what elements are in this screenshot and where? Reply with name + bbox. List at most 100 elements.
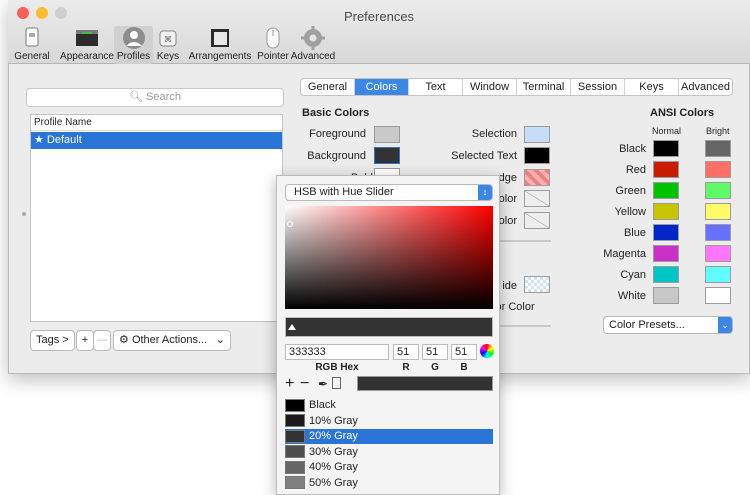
ansi-normal-magenta-swatch[interactable] bbox=[653, 245, 679, 262]
toolbar-pointer-label: Pointer bbox=[257, 51, 289, 62]
ansi-bright-cyan-swatch[interactable] bbox=[705, 266, 731, 283]
general-icon bbox=[25, 27, 39, 47]
tab-general[interactable]: General bbox=[301, 79, 355, 95]
search-placeholder: Search bbox=[146, 91, 181, 103]
color-picker-popover: HSB with Hue Slider ↕ 333333 51 51 51 RG… bbox=[276, 175, 500, 495]
ansi-normal-white-swatch[interactable] bbox=[653, 287, 679, 304]
ansi-label-yellow: Yellow bbox=[614, 206, 646, 218]
ansi-bright-white-swatch[interactable] bbox=[705, 287, 731, 304]
ansi-bright-green-swatch[interactable] bbox=[705, 182, 731, 199]
swatch-row[interactable]: Black bbox=[285, 398, 493, 413]
tab-keys[interactable]: Keys bbox=[625, 79, 679, 95]
toolbar-keys[interactable]: ⌘ Keys bbox=[155, 26, 181, 64]
selection-swatch[interactable] bbox=[524, 126, 550, 143]
toolbar-pointer[interactable]: Pointer bbox=[256, 26, 290, 64]
red-caption: R bbox=[402, 362, 410, 373]
toolbar-profiles[interactable]: Profiles bbox=[114, 26, 153, 64]
gear-icon bbox=[301, 26, 325, 50]
swatch-chip bbox=[285, 445, 305, 459]
color-presets-label: Color Presets... bbox=[609, 319, 685, 331]
foreground-swatch[interactable] bbox=[374, 126, 400, 143]
current-color-well bbox=[357, 376, 493, 391]
profile-search-input[interactable]: 🔍︎ Search bbox=[26, 88, 284, 107]
swatch-list-icon[interactable] bbox=[332, 377, 341, 389]
add-profile-button[interactable]: + bbox=[76, 330, 94, 351]
green-caption: G bbox=[431, 362, 439, 373]
swatch-row[interactable]: 10% Gray bbox=[285, 414, 493, 429]
ansi-label-white: White bbox=[617, 290, 646, 302]
swatch-label: 10% Gray bbox=[309, 414, 358, 427]
saturation-brightness-field[interactable] bbox=[285, 206, 493, 309]
profile-tabs: General Colors Text Window Terminal Sess… bbox=[300, 78, 733, 96]
color-presets-select[interactable]: Color Presets... ⌄ bbox=[603, 316, 733, 334]
divider-2 bbox=[500, 325, 551, 327]
chevron-down-icon: ⌄ bbox=[215, 334, 225, 346]
side-swatch[interactable] bbox=[524, 276, 550, 293]
ansi-bright-blue-swatch[interactable] bbox=[705, 224, 731, 241]
swatch-row[interactable]: 50% Gray bbox=[285, 476, 493, 491]
ansi-normal-cyan-swatch[interactable] bbox=[653, 266, 679, 283]
color-wheel-icon[interactable] bbox=[480, 344, 494, 358]
up-down-arrows-icon: ↕ bbox=[478, 185, 492, 200]
ansi-normal-black-swatch[interactable] bbox=[653, 140, 679, 157]
cursor-guide-swatch[interactable] bbox=[524, 212, 550, 229]
toolbar-advanced[interactable]: Advanced bbox=[290, 26, 336, 64]
remove-swatch-button[interactable]: − bbox=[300, 376, 309, 392]
ansi-bright-magenta-swatch[interactable] bbox=[705, 245, 731, 262]
tags-button[interactable]: Tags > bbox=[30, 330, 75, 351]
tab-advanced[interactable]: Advanced bbox=[679, 79, 732, 95]
tab-window[interactable]: Window bbox=[463, 79, 517, 95]
red-input[interactable]: 51 bbox=[393, 344, 419, 360]
toolbar-arrangements[interactable]: Arrangements bbox=[184, 26, 256, 64]
tab-session[interactable]: Session bbox=[571, 79, 625, 95]
badge-swatch[interactable] bbox=[524, 169, 550, 186]
picker-mode-select[interactable]: HSB with Hue Slider ↕ bbox=[285, 184, 493, 201]
ansi-bright-black-swatch[interactable] bbox=[705, 140, 731, 157]
arrangements-icon bbox=[211, 29, 229, 47]
appearance-icon bbox=[76, 30, 98, 46]
other-actions-button[interactable]: ⚙ Other Actions... ⌄ bbox=[113, 330, 231, 351]
ansi-normal-green-swatch[interactable] bbox=[653, 182, 679, 199]
cursor-swatch[interactable] bbox=[524, 190, 550, 207]
bright-column-label: Bright bbox=[706, 126, 730, 136]
selected-text-label: Selected Text bbox=[451, 150, 517, 162]
hex-input[interactable]: 333333 bbox=[285, 344, 389, 360]
split-handle[interactable] bbox=[22, 212, 26, 216]
swatch-chip bbox=[285, 398, 305, 412]
search-icon: 🔍︎ bbox=[129, 91, 144, 103]
swatch-chip bbox=[285, 414, 305, 428]
toolbar-appearance[interactable]: Appearance bbox=[57, 26, 117, 64]
ansi-bright-yellow-swatch[interactable] bbox=[705, 203, 731, 220]
ansi-normal-blue-swatch[interactable] bbox=[653, 224, 679, 241]
swatch-label: 50% Gray bbox=[309, 476, 358, 489]
tab-terminal[interactable]: Terminal bbox=[517, 79, 571, 95]
svg-text:⌘: ⌘ bbox=[164, 35, 172, 44]
ansi-bright-red-swatch[interactable] bbox=[705, 161, 731, 178]
swatch-chip bbox=[285, 476, 305, 490]
eyedropper-icon[interactable]: ✒ bbox=[318, 377, 328, 391]
ansi-normal-yellow-swatch[interactable] bbox=[653, 203, 679, 220]
add-swatch-button[interactable]: + bbox=[285, 376, 294, 392]
hue-slider-knob[interactable] bbox=[288, 324, 296, 330]
remove-profile-button[interactable]: — bbox=[93, 330, 111, 351]
selected-text-swatch[interactable] bbox=[524, 147, 550, 164]
toolbar-general[interactable]: General bbox=[10, 26, 54, 64]
other-actions-label: Other Actions... bbox=[131, 334, 208, 346]
tab-text[interactable]: Text bbox=[409, 79, 463, 95]
ansi-normal-red-swatch[interactable] bbox=[653, 161, 679, 178]
normal-column-label: Normal bbox=[652, 126, 682, 136]
hue-slider[interactable] bbox=[285, 317, 493, 337]
background-swatch[interactable] bbox=[374, 147, 400, 164]
tab-colors[interactable]: Colors bbox=[355, 79, 409, 95]
hex-caption: RGB Hex bbox=[315, 362, 359, 373]
profile-list-header: Profile Name bbox=[31, 115, 282, 131]
swatch-row[interactable]: 30% Gray bbox=[285, 445, 493, 460]
swatch-row[interactable]: 20% Gray bbox=[285, 429, 493, 444]
picker-cursor[interactable] bbox=[287, 221, 293, 227]
blue-input[interactable]: 51 bbox=[451, 344, 477, 360]
swatch-label: 40% Gray bbox=[309, 461, 358, 473]
profile-list[interactable]: Profile Name ★ Default bbox=[30, 114, 283, 322]
green-input[interactable]: 51 bbox=[422, 344, 448, 360]
swatch-row[interactable]: 40% Gray bbox=[285, 460, 493, 475]
profile-row-default[interactable]: ★ Default bbox=[31, 132, 282, 149]
